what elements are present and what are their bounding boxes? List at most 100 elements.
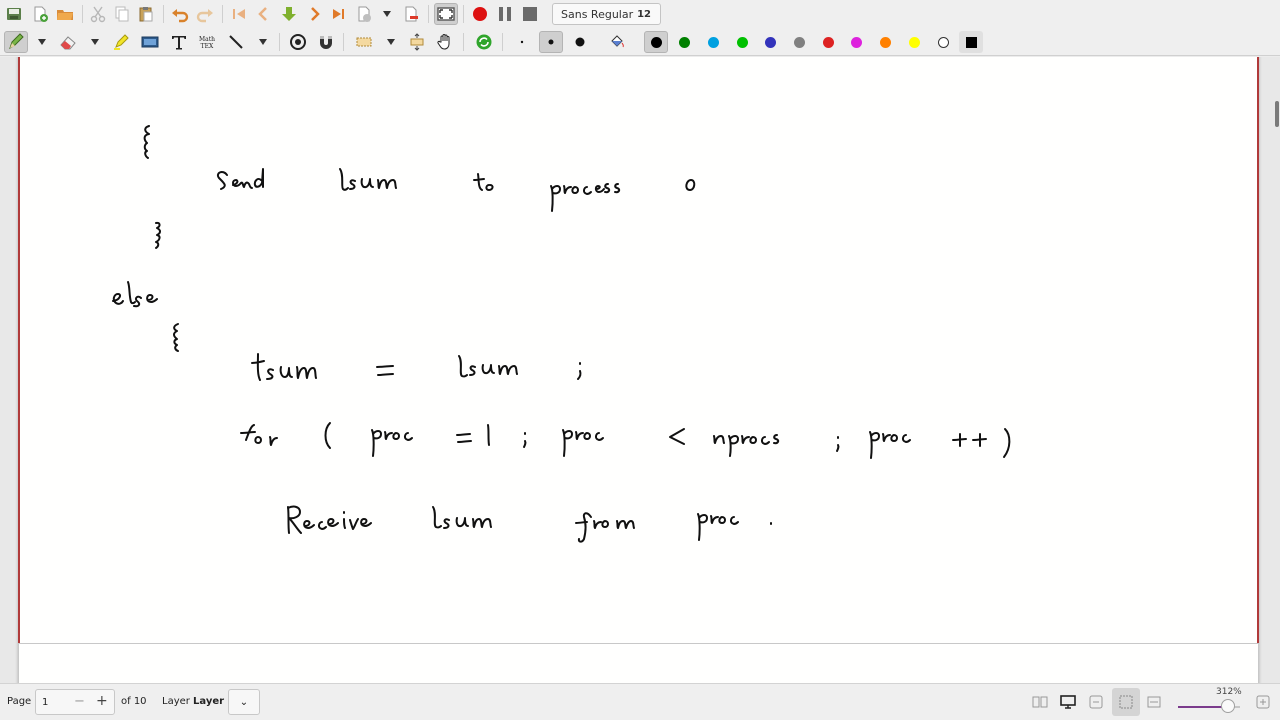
handwriting-paren-open — [324, 422, 331, 449]
color-blue-swatch[interactable] — [759, 31, 783, 53]
color-yellow-swatch[interactable] — [902, 31, 926, 53]
font-name: Sans Regular — [561, 7, 634, 21]
handwriting-semicolon-1 — [577, 362, 582, 380]
two-page-view-icon[interactable] — [1032, 694, 1048, 710]
page-increment-button[interactable]: + — [96, 693, 108, 709]
color-magenta-swatch[interactable] — [845, 31, 869, 53]
layer-label: Layer — [162, 696, 190, 707]
page-2[interactable] — [18, 643, 1259, 683]
new-page-dropdown[interactable] — [381, 3, 393, 25]
zoom-out-icon[interactable] — [1088, 694, 1104, 710]
handwriting-proc-2 — [562, 429, 604, 457]
highlighter-icon[interactable] — [110, 31, 132, 53]
pen-options-dropdown[interactable] — [36, 31, 48, 53]
snap-magnet-icon[interactable] — [315, 31, 337, 53]
color-white-swatch[interactable] — [931, 31, 955, 53]
handwriting-less-than — [669, 428, 685, 445]
layer-selector[interactable]: Layer 1 ⌄ — [190, 689, 260, 715]
color-gray-swatch[interactable] — [788, 31, 812, 53]
new-page-icon[interactable] — [353, 3, 375, 25]
handwriting-proc-1 — [371, 429, 413, 457]
zoom-slider-knob[interactable] — [1220, 699, 1235, 713]
fit-width-icon[interactable] — [1146, 694, 1162, 710]
font-selector[interactable]: Sans Regular 12 — [552, 3, 661, 25]
next-page-icon[interactable] — [303, 3, 325, 25]
color-blue-dot — [765, 36, 777, 48]
color-orange-swatch[interactable] — [874, 31, 898, 53]
default-tool-icon[interactable] — [473, 31, 495, 53]
undo-icon[interactable] — [169, 3, 191, 25]
page-1[interactable] — [18, 57, 1259, 683]
pen-icon[interactable] — [4, 31, 28, 53]
select-options-dropdown[interactable] — [385, 31, 397, 53]
handwriting-receive — [287, 505, 372, 534]
zoom-in-icon[interactable] — [1255, 694, 1271, 710]
page-number-input[interactable]: 1 — [42, 697, 48, 708]
handwriting-semicolon-3 — [836, 436, 840, 452]
record-icon[interactable] — [469, 3, 491, 25]
shape-options-dropdown[interactable] — [257, 31, 269, 53]
vertical-space-icon[interactable] — [406, 31, 428, 53]
handwriting-to — [473, 173, 494, 191]
select-rectangle-icon[interactable] — [353, 31, 375, 53]
svg-text:Math: Math — [199, 36, 215, 43]
main-toolbar: Sans Regular 12 — [0, 0, 1280, 28]
goto-page-icon[interactable] — [278, 3, 300, 25]
color-orange-dot — [880, 36, 892, 48]
first-page-icon[interactable] — [228, 3, 250, 25]
scrollbar-thumb[interactable] — [1275, 101, 1279, 127]
vertical-scrollbar[interactable] — [1274, 57, 1280, 683]
layer-dropdown-button[interactable]: ⌄ — [228, 689, 260, 715]
document-canvas[interactable] — [0, 57, 1280, 683]
color-red-swatch[interactable] — [816, 31, 840, 53]
latex-icon[interactable]: Math TEX — [196, 31, 218, 53]
handwriting-send — [217, 168, 264, 190]
color-white-dot — [937, 36, 949, 48]
color-light-blue-dot — [707, 36, 719, 48]
new-document-icon[interactable] — [29, 3, 51, 25]
line-tool-icon[interactable] — [225, 31, 247, 53]
thickness-thick-icon[interactable] — [569, 31, 591, 53]
color-light-blue-swatch[interactable] — [701, 31, 725, 53]
page-number-spinner[interactable]: 1 − + — [35, 689, 115, 715]
redo-icon[interactable] — [194, 3, 216, 25]
color-gray-dot — [794, 36, 805, 48]
fit-page-icon — [1119, 695, 1133, 709]
delete-page-icon[interactable] — [400, 3, 422, 25]
page-total: of 10 — [121, 696, 147, 707]
tools-toolbar: Math TEX — [0, 28, 1280, 56]
copy-icon[interactable] — [111, 3, 133, 25]
zoom-level: 312% — [1216, 687, 1242, 697]
previous-page-icon[interactable] — [253, 3, 275, 25]
pause-icon[interactable] — [494, 3, 516, 25]
color-black-swatch[interactable] — [644, 31, 668, 53]
handwriting-nprocs — [713, 434, 780, 457]
custom-color-button[interactable] — [959, 31, 983, 53]
eraser-icon[interactable] — [57, 31, 79, 53]
presentation-mode-icon[interactable] — [1060, 694, 1076, 710]
paste-icon[interactable] — [135, 3, 157, 25]
open-folder-icon[interactable] — [54, 3, 76, 25]
color-light-green-swatch[interactable] — [730, 31, 754, 53]
color-yellow-dot — [908, 36, 920, 48]
thickness-fine-icon[interactable] — [511, 31, 533, 53]
save-icon[interactable] — [3, 3, 25, 25]
stop-icon[interactable] — [519, 3, 541, 25]
color-green-swatch[interactable] — [673, 31, 697, 53]
thickness-medium-icon[interactable] — [539, 31, 563, 53]
page-decrement-button[interactable]: − — [74, 694, 85, 709]
cut-icon[interactable] — [87, 3, 109, 25]
color-black-dot — [650, 36, 662, 48]
fill-bucket-icon[interactable] — [606, 31, 628, 53]
hand-tool-icon[interactable] — [434, 31, 456, 53]
eraser-options-dropdown[interactable] — [89, 31, 101, 53]
handwriting-brace-close-1 — [155, 221, 161, 249]
handwriting-zero — [685, 179, 696, 191]
shape-recognizer-icon[interactable] — [287, 31, 309, 53]
handwriting-equals-2 — [456, 433, 472, 443]
last-page-icon[interactable] — [328, 3, 350, 25]
fullscreen-icon[interactable] — [434, 3, 458, 25]
handwriting-from — [575, 512, 635, 543]
text-tool-icon[interactable] — [168, 31, 190, 53]
image-icon[interactable] — [139, 31, 161, 53]
